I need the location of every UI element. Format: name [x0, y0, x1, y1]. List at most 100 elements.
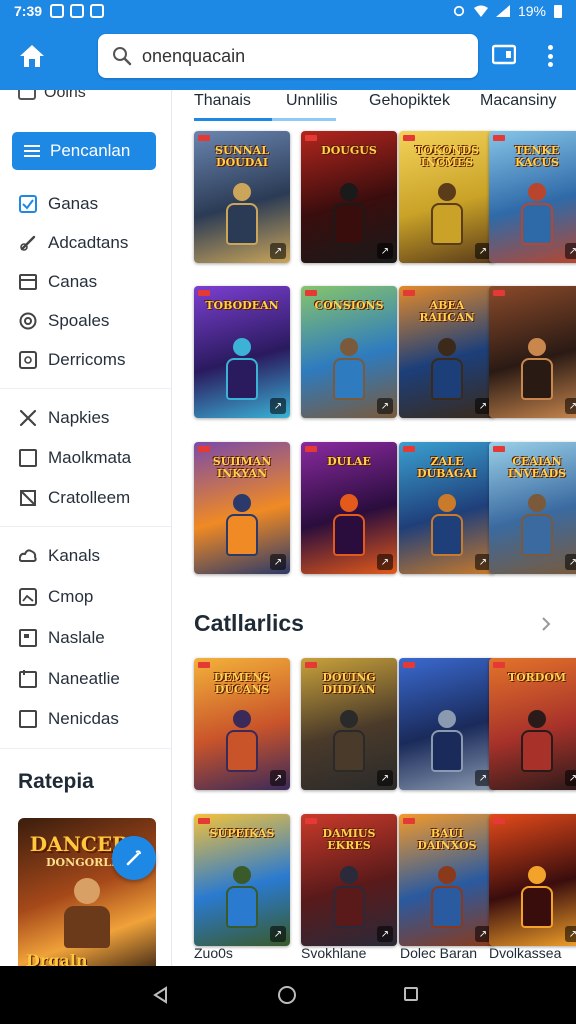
game-card[interactable]: ZALE DUBAGAI ↗: [399, 442, 495, 574]
game-art-title: ABEA RAIICAN: [419, 299, 475, 325]
rating-badge-icon: ↗: [270, 243, 286, 259]
game-card[interactable]: CEAIAN INVEADS ↗: [489, 442, 576, 574]
game-art-title: TENKE KACUS: [514, 144, 560, 170]
new-tag-icon: [493, 446, 505, 452]
search-input[interactable]: [142, 45, 442, 67]
sidebar-item-adcadtans[interactable]: Adcadtans: [18, 229, 168, 257]
game-art-title: TOBODEAN: [205, 299, 279, 312]
rating-badge-icon: ↗: [270, 554, 286, 570]
character-art: [519, 710, 555, 774]
sidebar-item-label: Cratolleem: [48, 488, 131, 507]
dot-icon: [547, 53, 553, 59]
new-tag-icon: [305, 818, 317, 824]
game-card[interactable]: ↗: [489, 814, 576, 946]
puzzle-icon: [18, 488, 38, 508]
sidebar-item-naneatlie[interactable]: Naneatlie: [18, 665, 168, 693]
sidebar-item-maolkmata[interactable]: Maolkmata: [18, 444, 168, 472]
character-art: [519, 866, 555, 930]
character-art: [224, 183, 260, 247]
tab-indicator: [272, 118, 336, 121]
sidebar-item-naslale[interactable]: Naslale: [18, 624, 168, 652]
clock-icon: [18, 311, 38, 331]
game-card[interactable]: DAMIUS EKRES ↗: [301, 814, 397, 946]
sidebar-item-ganas[interactable]: Ganas: [18, 190, 168, 218]
character-art: [519, 494, 555, 558]
game-card[interactable]: TENKE KACUS ↗: [489, 131, 576, 263]
home-nav-icon[interactable]: [278, 986, 296, 1004]
character-art: [519, 338, 555, 402]
square-icon: [18, 709, 38, 729]
character-art: [331, 183, 367, 247]
new-tag-icon: [493, 290, 505, 296]
tab-gehopiktek[interactable]: Gehopiktek: [369, 92, 450, 110]
game-art-title: DEMENS DUCANS: [213, 671, 271, 697]
new-tag-icon: [403, 662, 415, 668]
back-icon[interactable]: [152, 986, 170, 1004]
character-art: [429, 494, 465, 558]
sidebar-item-kanals[interactable]: Kanals: [18, 542, 168, 570]
sidebar-item-canas[interactable]: Canas: [18, 268, 168, 296]
sidebar-item-label: Maolkmata: [48, 448, 132, 467]
game-card[interactable]: TOBODEAN ↗: [194, 286, 290, 418]
featured-logo-text: Drgaln: [26, 951, 88, 966]
cast-button[interactable]: [491, 44, 517, 66]
notification-icon: [70, 4, 85, 18]
game-art-title: SUNNAL DOUDAI: [215, 144, 269, 170]
game-card[interactable]: BAUI DAINXOS ↗: [399, 814, 495, 946]
game-card[interactable]: SUPEIKAS ↗: [194, 814, 290, 946]
sidebar-item-top[interactable]: Ooins: [18, 90, 86, 102]
rating-badge-icon: ↗: [377, 554, 393, 570]
tab-macansiny[interactable]: Macansiny: [480, 92, 556, 110]
menu-icon: [24, 145, 40, 157]
sidebar-item-label: Kanals: [48, 546, 100, 565]
rating-badge-icon: ↗: [270, 398, 286, 414]
sidebar-item-label: Naneatlie: [48, 669, 120, 688]
game-art-title: CEAIAN INVEADS: [507, 455, 567, 481]
game-card[interactable]: DULAE ↗: [301, 442, 397, 574]
sidebar-item-label: Derricoms: [48, 350, 126, 369]
chevron-right-icon[interactable]: [538, 614, 554, 634]
sidebar: Ooins Pencanlan Ganas Adcadtans Canas Sp…: [0, 90, 172, 966]
edit-fab-button[interactable]: [112, 836, 156, 880]
game-caption: Svokhlane: [301, 945, 367, 961]
game-card[interactable]: DOUING DIIDIAN ↗: [301, 658, 397, 790]
game-card[interactable]: TORDOM ↗: [489, 658, 576, 790]
character-art: [331, 338, 367, 402]
game-art-title: ZALE DUBAGAI: [416, 455, 478, 481]
sidebar-item-label: Cmop: [48, 587, 94, 606]
game-card[interactable]: CONSIONS ↗: [301, 286, 397, 418]
sidebar-item-derricoms[interactable]: Derricoms: [18, 346, 168, 374]
game-card[interactable]: ↗: [399, 658, 495, 790]
game-card[interactable]: SUNNAL DOUDAI ↗: [194, 131, 290, 263]
sidebar-item-spoales[interactable]: Spoales: [18, 307, 168, 335]
sidebar-item-label: Napkies: [48, 408, 110, 427]
game-card[interactable]: TOKONDS INCMES ↗: [399, 131, 495, 263]
battery-icon: [554, 5, 562, 18]
status-time: 7:39: [14, 3, 43, 19]
sidebar-item-cratolleem[interactable]: Cratolleem: [18, 484, 168, 512]
rating-badge-icon: ↗: [565, 243, 576, 259]
sidebar-item-nenicdas[interactable]: Nenicdas: [18, 705, 168, 733]
search-bar[interactable]: [98, 34, 478, 78]
tab-unnlilis[interactable]: Unnlilis: [286, 92, 338, 110]
dot-icon: [547, 45, 553, 50]
game-card[interactable]: DOUGUS ↗: [301, 131, 397, 263]
game-card[interactable]: ↗: [489, 286, 576, 418]
new-tag-icon: [198, 135, 210, 141]
home-button[interactable]: [14, 40, 50, 72]
game-card[interactable]: ABEA RAIICAN ↗: [399, 286, 495, 418]
sidebar-primary-button[interactable]: Pencanlan: [12, 132, 156, 170]
cloud-icon: [18, 546, 38, 566]
tab-thanais[interactable]: Thanais: [194, 92, 251, 110]
tools-icon: [18, 408, 38, 428]
tab-bar: Thanais Unnlilis Gehopiktek Macansiny: [172, 90, 576, 124]
rating-badge-icon: ↗: [377, 770, 393, 786]
game-card[interactable]: SUIIMAN INKYAN ↗: [194, 442, 290, 574]
sidebar-item-cmop[interactable]: Cmop: [18, 583, 168, 611]
more-options-button[interactable]: [540, 42, 560, 70]
system-nav-bar: [0, 966, 576, 1024]
sidebar-item-napkies[interactable]: Napkies: [18, 404, 168, 432]
game-card[interactable]: DEMENS DUCANS ↗: [194, 658, 290, 790]
new-tag-icon: [198, 818, 210, 824]
recents-icon[interactable]: [404, 987, 418, 1001]
